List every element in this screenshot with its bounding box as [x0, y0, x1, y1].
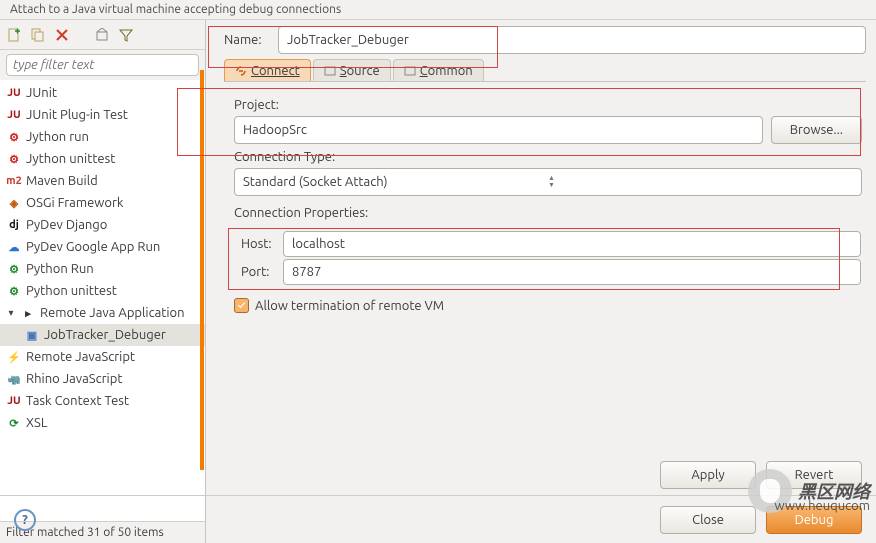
tree-item-label: Maven Build: [26, 174, 98, 188]
config-panel: Name: Connect SSourceource Common Pro: [206, 20, 876, 543]
tree-item-remote-java-application[interactable]: ▾▸Remote Java Application: [0, 302, 205, 324]
connection-properties-label: Connection Properties:: [234, 206, 862, 220]
apply-button[interactable]: Apply: [660, 461, 756, 489]
config-type-icon: m2: [6, 173, 22, 189]
config-type-icon: ⚙: [6, 151, 22, 167]
tree-item-junit[interactable]: JU JUnit: [0, 82, 205, 104]
tree-item-maven-build[interactable]: m2 Maven Build: [0, 170, 205, 192]
host-label: Host:: [235, 237, 275, 251]
help-icon[interactable]: ?: [14, 509, 36, 531]
tree-item-osgi-framework[interactable]: ◈ OSGi Framework: [0, 192, 205, 214]
sidebar-toolbar: [0, 20, 205, 50]
tree-item-label: Python Run: [26, 262, 94, 276]
dialog-subtitle: Attach to a Java virtual machine accepti…: [0, 0, 876, 20]
allow-termination-checkbox[interactable]: ✓ Allow termination of remote VM: [234, 298, 862, 313]
config-type-icon: JU: [6, 107, 22, 123]
dialog-footer: ? Close Debug: [0, 495, 876, 543]
tab-common[interactable]: Common: [393, 59, 484, 81]
filter-input[interactable]: [6, 54, 199, 76]
port-label: Port:: [235, 265, 275, 279]
tree-item-label: Jython run: [26, 130, 89, 144]
connect-icon: [235, 65, 247, 77]
tree-item-xsl[interactable]: ⟳ XSL: [0, 412, 205, 434]
tree-item-remote-javascript[interactable]: ⚡ Remote JavaScript: [0, 346, 205, 368]
tree-item-python-run[interactable]: ⚙ Python Run: [0, 258, 205, 280]
duplicate-config-icon[interactable]: [30, 27, 46, 43]
config-type-icon: ⚙: [6, 261, 22, 277]
tab-connect[interactable]: Connect: [224, 59, 311, 81]
tree-item-task-context-test[interactable]: JU Task Context Test: [0, 390, 205, 412]
tree-item-label: PyDev Google App Run: [26, 240, 160, 254]
project-label: Project:: [234, 98, 862, 112]
config-type-icon: ◈: [6, 195, 22, 211]
config-type-icon: dj: [6, 217, 22, 233]
name-input[interactable]: [278, 26, 866, 54]
tree-item-label: PyDev Django: [26, 218, 107, 232]
connection-type-combo[interactable]: Standard (Socket Attach) ▲▼: [234, 168, 862, 196]
host-input[interactable]: [283, 231, 861, 257]
source-icon: [324, 65, 336, 77]
tree-item-label: Task Context Test: [26, 394, 129, 408]
tab-source[interactable]: SSourceource: [313, 59, 391, 81]
port-input[interactable]: [283, 259, 861, 285]
config-type-icon: ☁: [6, 239, 22, 255]
config-type-icon: ⚙: [6, 283, 22, 299]
tree-item-label: Rhino JavaScript: [26, 372, 122, 386]
tree-item-jython-run[interactable]: ⚙ Jython run: [0, 126, 205, 148]
debug-button[interactable]: Debug: [766, 506, 862, 534]
tree-item-label: OSGi Framework: [26, 196, 123, 210]
highlight-bar: [200, 70, 204, 470]
tree-item-label: Jython unittest: [26, 152, 115, 166]
tree-item-label: JobTracker_Debuger: [44, 328, 166, 342]
browse-button[interactable]: Browse...: [771, 116, 862, 144]
config-type-icon: ▣: [24, 327, 40, 343]
config-type-icon: 🦏: [6, 371, 22, 387]
connection-type-value: Standard (Socket Attach): [243, 175, 548, 189]
name-label: Name:: [224, 33, 272, 47]
sidebar: JU JUnit JU JUnit Plug-in Test ⚙ Jython run ⚙ J…: [0, 20, 206, 543]
tree-item-python-unittest[interactable]: ⚙ Python unittest: [0, 280, 205, 302]
config-type-icon: ⚡: [6, 349, 22, 365]
project-input[interactable]: [234, 116, 763, 144]
revert-button[interactable]: Revert: [766, 461, 862, 489]
tree-item-label: Python unittest: [26, 284, 117, 298]
config-type-icon: ⟳: [6, 415, 22, 431]
spinner-icon: ▲▼: [548, 175, 853, 189]
delete-config-icon[interactable]: [54, 27, 70, 43]
tree-item-label: JUnit: [26, 86, 57, 100]
tree-item-label: XSL: [26, 416, 47, 430]
common-icon: [404, 65, 416, 77]
tab-connect-label: Connect: [251, 64, 300, 78]
connection-type-label: Connection Type:: [234, 150, 862, 164]
config-type-icon: JU: [6, 85, 22, 101]
tree-item-rhino-javascript[interactable]: 🦏 Rhino JavaScript: [0, 368, 205, 390]
close-button[interactable]: Close: [660, 506, 756, 534]
tree-item-jython-unittest[interactable]: ⚙ Jython unittest: [0, 148, 205, 170]
tree-item-pydev-google-app-run[interactable]: ☁ PyDev Google App Run: [0, 236, 205, 258]
filter-icon[interactable]: [118, 27, 134, 43]
tree-item-label: Remote JavaScript: [26, 350, 135, 364]
checkbox-checked-icon: ✓: [234, 298, 249, 313]
new-config-icon[interactable]: [6, 27, 22, 43]
tree-item-label: JUnit Plug-in Test: [26, 108, 128, 122]
config-type-icon: JU: [6, 393, 22, 409]
config-tree[interactable]: JU JUnit JU JUnit Plug-in Test ⚙ Jython run ⚙ J…: [0, 80, 205, 521]
collapse-all-icon[interactable]: [94, 27, 110, 43]
tab-bar: Connect SSourceource Common: [224, 60, 866, 82]
tree-item-pydev-django[interactable]: dj PyDev Django: [0, 214, 205, 236]
tree-item-junit-plug-in-test[interactable]: JU JUnit Plug-in Test: [0, 104, 205, 126]
tree-item-jobtracker-debuger[interactable]: ▣ JobTracker_Debuger: [0, 324, 205, 346]
config-type-icon: ▸: [20, 305, 36, 321]
config-type-icon: ⚙: [6, 129, 22, 145]
tree-item-label: Remote Java Application: [40, 306, 185, 320]
